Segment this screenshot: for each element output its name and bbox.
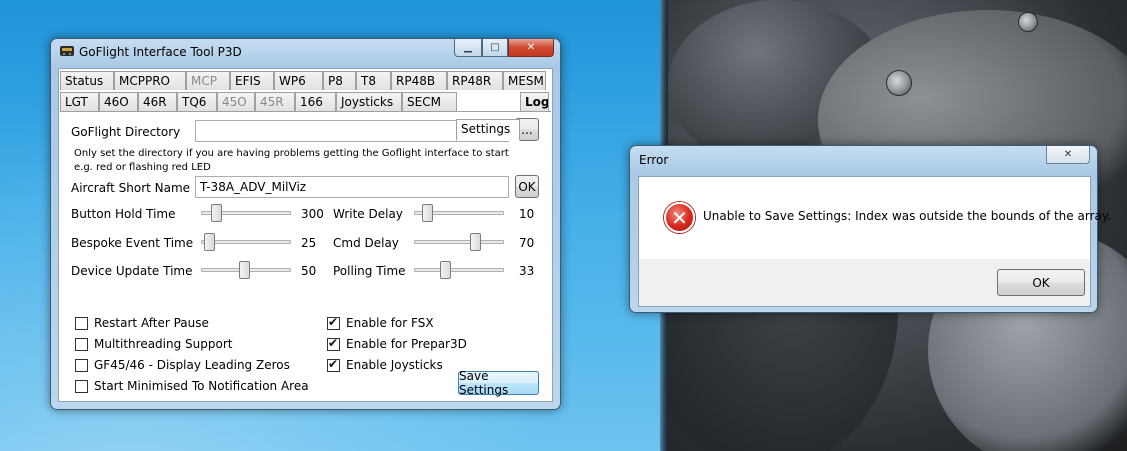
- checkbox-box[interactable]: [75, 379, 88, 393]
- slider-thumb[interactable]: [210, 204, 222, 222]
- bespoke-event-time-slider[interactable]: [201, 233, 291, 251]
- dialog-close-button[interactable]: ✕: [1046, 146, 1090, 164]
- device-update-time-slider[interactable]: [201, 261, 291, 279]
- bolt-image: [886, 70, 912, 96]
- restart-after-pause-checkbox[interactable]: Restart After Pause: [75, 316, 209, 330]
- leading-zeros-checkbox[interactable]: GF45/46 - Display Leading Zeros: [75, 358, 290, 372]
- tab-p8[interactable]: P8: [323, 71, 356, 90]
- checkbox-label: GF45/46 - Display Leading Zeros: [94, 358, 290, 372]
- tab-joysticks[interactable]: Joysticks: [336, 92, 402, 111]
- tab-log[interactable]: Log: [520, 92, 549, 111]
- tab-wp6[interactable]: WP6: [274, 71, 323, 90]
- tab-mcppro[interactable]: MCPPRO: [114, 71, 186, 90]
- checkbox-box[interactable]: [75, 337, 88, 351]
- checkbox-label: Enable Joysticks: [346, 358, 443, 372]
- save-settings-button[interactable]: Save Settings: [458, 369, 539, 397]
- checkbox-label: Multithreading Support: [94, 337, 233, 351]
- ok-button[interactable]: OK: [997, 269, 1085, 296]
- tab-t8[interactable]: T8: [356, 71, 391, 90]
- dialog-client-area: ✕ Unable to Save Settings: Index was out…: [638, 176, 1111, 307]
- device-update-time-value: 50: [301, 264, 317, 278]
- bespoke-event-time-label: Bespoke Event Time: [71, 236, 194, 250]
- multithreading-support-checkbox[interactable]: Multithreading Support: [75, 337, 232, 351]
- enable-joysticks-checkbox[interactable]: Enable Joysticks: [327, 357, 443, 372]
- aircraft-short-name-label: Aircraft Short Name: [71, 181, 191, 195]
- close-button[interactable]: ✕: [508, 39, 554, 57]
- close-icon: ✕: [1063, 149, 1073, 160]
- tab-46o[interactable]: 46O: [99, 92, 138, 111]
- checkbox-box[interactable]: [327, 357, 340, 372]
- polling-time-label: Polling Time: [333, 264, 406, 278]
- tab-secm[interactable]: SECM: [402, 92, 457, 111]
- cmd-delay-slider[interactable]: [414, 233, 504, 251]
- tab-settings[interactable]: Settings: [456, 119, 520, 141]
- error-icon: ✕: [664, 202, 695, 233]
- slider-thumb[interactable]: [239, 261, 251, 279]
- app-icon: [60, 46, 74, 56]
- checkbox-box[interactable]: [327, 336, 340, 351]
- checkbox-box[interactable]: [75, 316, 88, 330]
- slider-thumb[interactable]: [470, 233, 481, 251]
- error-dialog: Error ✕ ✕ Unable to Save Settings: Index…: [629, 145, 1111, 313]
- goflight-window: GoFlight Interface Tool P3D ▁ □ ✕ Status…: [50, 38, 561, 410]
- slider-thumb[interactable]: [422, 204, 433, 222]
- tab-166[interactable]: 166: [295, 92, 336, 111]
- close-icon: ✕: [526, 42, 536, 53]
- bespoke-event-time-value: 25: [301, 236, 317, 250]
- polling-time-value: 33: [519, 264, 535, 278]
- polling-time-slider[interactable]: [414, 261, 504, 279]
- write-delay-value: 10: [519, 207, 535, 221]
- slider-thumb[interactable]: [440, 261, 452, 279]
- checkbox-box[interactable]: [75, 358, 88, 372]
- checkbox-label: Restart After Pause: [94, 316, 209, 330]
- tab-efis[interactable]: EFIS: [230, 71, 274, 90]
- tab-45o[interactable]: 45O: [217, 92, 255, 111]
- maximize-button[interactable]: □: [482, 39, 508, 57]
- dialog-title: Error: [639, 153, 669, 167]
- slider-thumb[interactable]: [204, 233, 216, 251]
- checkbox-box[interactable]: [327, 315, 340, 330]
- checkbox-label: Enable for FSX: [346, 316, 434, 330]
- tab-rp48r[interactable]: RP48R: [447, 71, 503, 90]
- tab-lgt[interactable]: LGT: [60, 92, 99, 111]
- tab-rp48b[interactable]: RP48B: [391, 71, 447, 90]
- cmd-delay-value: 70: [519, 236, 535, 250]
- dialog-message-area: ✕ Unable to Save Settings: Index was out…: [639, 177, 1111, 259]
- aircraft-ok-button[interactable]: OK: [515, 175, 539, 198]
- minimize-icon: ▁: [464, 42, 472, 53]
- button-hold-time-label: Button Hold Time: [71, 207, 176, 221]
- checkbox-label: Start Minimised To Notification Area: [94, 379, 309, 393]
- tab-tq6[interactable]: TQ6: [177, 92, 217, 111]
- button-hold-time-value: 300: [301, 207, 324, 221]
- tab-46r[interactable]: 46R: [138, 92, 177, 111]
- start-minimised-checkbox[interactable]: Start Minimised To Notification Area: [75, 379, 309, 393]
- enable-fsx-checkbox[interactable]: Enable for FSX: [327, 315, 434, 330]
- write-delay-label: Write Delay: [333, 207, 403, 221]
- checkbox-label: Enable for Prepar3D: [346, 337, 467, 351]
- aircraft-short-name-field[interactable]: T-38A_ADV_MilViz: [195, 176, 509, 198]
- main-client-area: Status MCPPRO MCP EFIS WP6 P8 T8 RP48B R…: [58, 68, 553, 402]
- error-message: Unable to Save Settings: Index was outsi…: [703, 209, 1112, 223]
- tab-45r[interactable]: 45R: [255, 92, 295, 111]
- window-title: GoFlight Interface Tool P3D: [79, 45, 242, 59]
- cmd-delay-label: Cmd Delay: [333, 236, 399, 250]
- directory-hint: Only set the directory if you are having…: [74, 148, 509, 173]
- goflight-directory-label: GoFlight Directory: [71, 125, 181, 139]
- write-delay-slider[interactable]: [414, 204, 504, 222]
- tab-status[interactable]: Status: [60, 71, 114, 90]
- tab-mcp[interactable]: MCP: [186, 71, 230, 90]
- minimize-button[interactable]: ▁: [454, 39, 482, 57]
- bolt-image: [1018, 12, 1038, 32]
- enable-prepar3d-checkbox[interactable]: Enable for Prepar3D: [327, 336, 467, 351]
- tab-mesm[interactable]: MESM: [503, 71, 546, 90]
- device-update-time-label: Device Update Time: [71, 264, 193, 278]
- maximize-icon: □: [490, 42, 500, 53]
- button-hold-time-slider[interactable]: [201, 204, 291, 222]
